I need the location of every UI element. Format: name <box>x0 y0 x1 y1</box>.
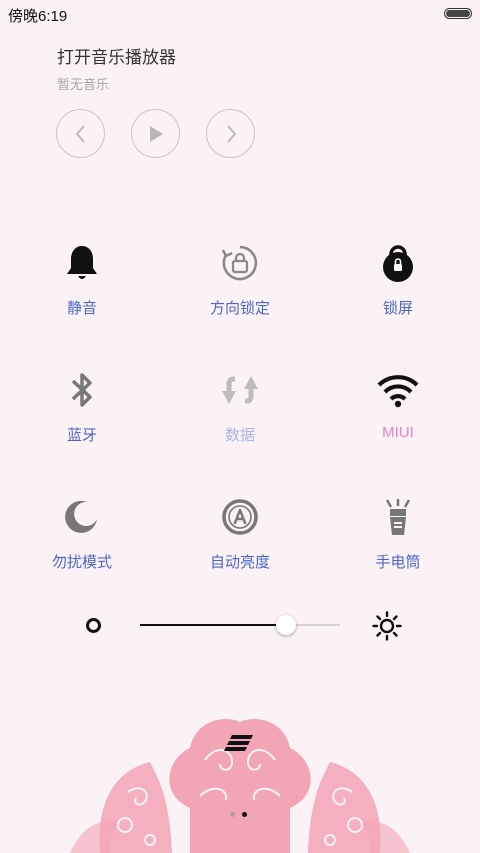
toggle-label: 锁屏 <box>382 299 413 317</box>
auto-brightness-icon <box>218 495 262 539</box>
toggle-mute[interactable]: 静音 <box>2 241 162 318</box>
data-sync-icon <box>218 368 262 412</box>
toggle-label: 勿扰模式 <box>51 553 112 571</box>
previous-track-button[interactable] <box>56 109 105 158</box>
brightness-control <box>0 605 480 645</box>
toggle-label: 数据 <box>224 426 255 444</box>
brightness-high-icon <box>372 611 402 641</box>
flashlight-icon <box>376 495 420 539</box>
toggle-label: 方向锁定 <box>209 299 270 317</box>
brightness-slider-fill <box>140 624 286 626</box>
music-title[interactable]: 打开音乐播放器 <box>57 43 176 68</box>
toggle-lock-screen[interactable]: 锁屏 <box>318 241 478 318</box>
chevron-left-icon <box>75 124 85 143</box>
page-dot <box>242 812 247 817</box>
lock-icon <box>376 241 420 285</box>
brightness-slider[interactable] <box>140 615 340 635</box>
toggle-label: 蓝牙 <box>66 426 97 444</box>
toggle-label: 静音 <box>66 299 97 317</box>
music-subtitle: 暂无音乐 <box>57 78 110 93</box>
toggle-label: 手电筒 <box>375 553 421 571</box>
toggle-bluetooth[interactable]: 蓝牙 <box>2 368 162 445</box>
brightness-slider-thumb[interactable] <box>276 615 296 635</box>
toggle-label: MIUI <box>382 424 414 441</box>
toggle-data[interactable]: 数据 <box>160 368 320 445</box>
battery-icon <box>444 8 472 19</box>
toggle-rotation-lock[interactable]: 方向锁定 <box>160 241 320 318</box>
play-icon <box>149 125 163 142</box>
status-time: 傍晚6:19 <box>8 8 68 25</box>
next-track-button[interactable] <box>206 109 255 158</box>
toggle-wifi[interactable]: MIUI <box>318 368 478 441</box>
bluetooth-icon <box>60 368 104 412</box>
play-button[interactable] <box>131 109 180 158</box>
chevron-right-icon <box>226 124 236 143</box>
bell-icon <box>60 241 104 285</box>
brightness-low-icon <box>86 618 101 633</box>
toggle-label: 自动亮度 <box>209 553 270 571</box>
status-bar: 傍晚6:19 <box>0 0 480 28</box>
wallpaper-decoration <box>70 719 410 853</box>
rotation-lock-icon <box>218 241 262 285</box>
wifi-icon <box>376 368 420 412</box>
page-indicator <box>230 812 247 817</box>
music-widget[interactable]: 打开音乐播放器 暂无音乐 <box>57 43 176 93</box>
moon-icon <box>60 495 104 539</box>
toggle-do-not-disturb[interactable]: 勿扰模式 <box>2 495 162 572</box>
page-dot <box>230 812 235 817</box>
toggle-auto-brightness[interactable]: 自动亮度 <box>160 495 320 572</box>
toggle-flashlight[interactable]: 手电筒 <box>318 495 478 572</box>
